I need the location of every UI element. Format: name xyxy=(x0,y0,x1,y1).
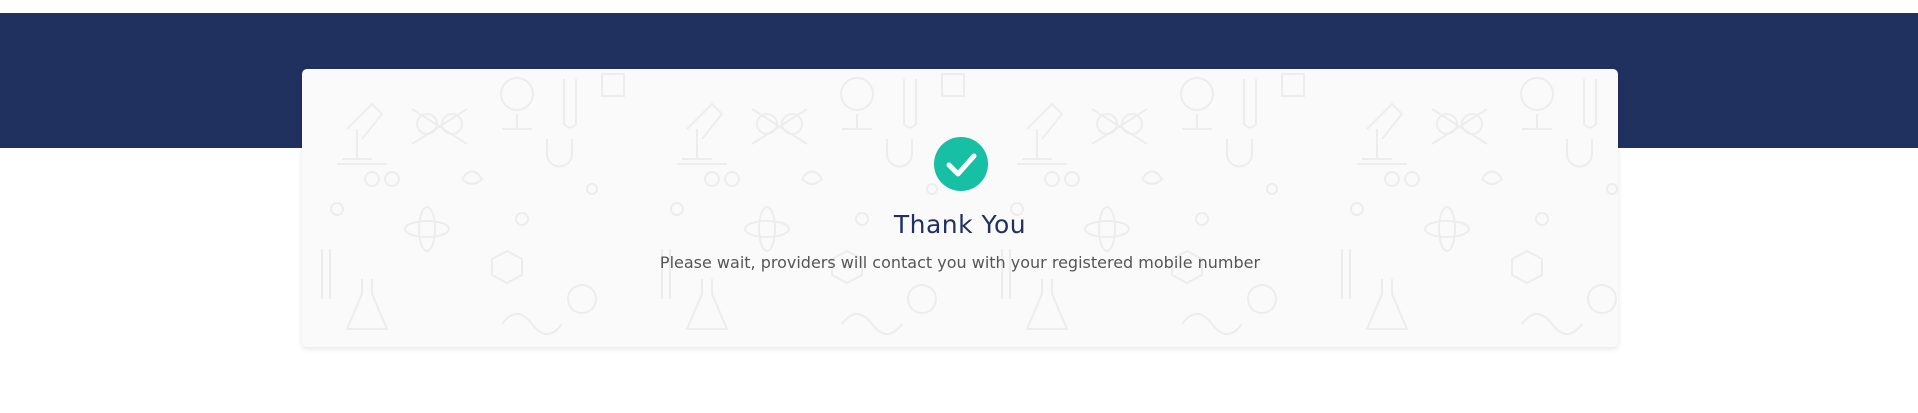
confirmation-message: Please wait, providers will contact you … xyxy=(659,253,1261,272)
confirmation-content: Thank You Please wait, providers will co… xyxy=(302,69,1618,347)
thank-you-title: Thank You xyxy=(893,210,1027,239)
check-circle-icon xyxy=(934,137,988,191)
confirmation-card: Thank You Please wait, providers will co… xyxy=(302,69,1618,347)
top-strip xyxy=(0,0,1918,13)
